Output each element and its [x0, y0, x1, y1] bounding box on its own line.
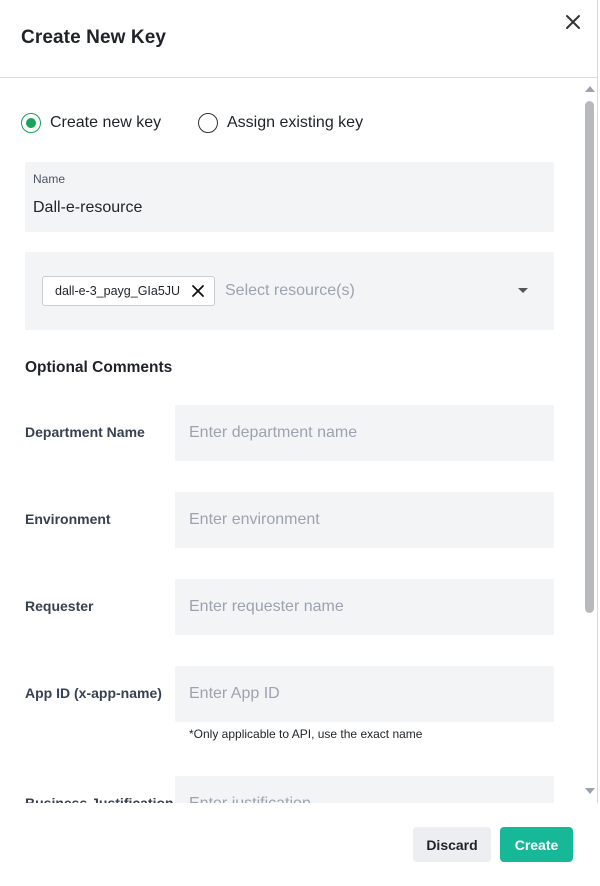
scrollbar[interactable]	[584, 79, 596, 803]
scroll-down-icon[interactable]	[585, 788, 595, 794]
radio-label-assign-existing: Assign existing key	[227, 114, 364, 131]
department-name-input[interactable]	[175, 405, 554, 461]
discard-button[interactable]: Discard	[413, 827, 491, 862]
app-id-label: App ID (x-app-name)	[25, 685, 162, 701]
name-field[interactable]: Name Dall-e-resource	[25, 162, 554, 232]
environment-label: Environment	[25, 511, 111, 527]
dialog-title: Create New Key	[21, 27, 167, 48]
resource-select[interactable]: dall-e-3_payg_GIa5JU Select resource(s)	[25, 252, 554, 330]
radio-assign-existing-key[interactable]: Assign existing key	[198, 112, 363, 134]
close-icon[interactable]	[191, 284, 205, 298]
requester-input[interactable]	[175, 579, 554, 635]
scroll-up-icon[interactable]	[585, 86, 595, 92]
close-icon[interactable]	[562, 11, 584, 33]
radio-create-new-key[interactable]: Create new key	[21, 112, 161, 134]
requester-label: Requester	[25, 598, 94, 614]
department-name-label: Department Name	[25, 424, 145, 440]
radio-unchecked-icon[interactable]	[198, 113, 218, 133]
dialog-header: Create New Key	[0, 0, 598, 78]
name-field-label: Name	[33, 172, 66, 186]
caret-down-icon[interactable]	[518, 288, 528, 293]
create-button[interactable]: Create	[500, 827, 573, 862]
dialog-body[interactable]: Create new key Assign existing key Name …	[0, 79, 584, 803]
radio-checked-icon[interactable]	[21, 113, 41, 133]
dialog-footer: Discard Create	[0, 803, 598, 886]
resource-select-placeholder[interactable]: Select resource(s)	[225, 282, 355, 300]
business-justification-input[interactable]	[175, 776, 554, 803]
resource-chip-label: dall-e-3_payg_GIa5JU	[55, 284, 181, 298]
app-id-input[interactable]	[175, 666, 554, 722]
scrollbar-thumb[interactable]	[585, 101, 594, 613]
optional-comments-title: Optional Comments	[25, 359, 173, 376]
radio-label-create-new: Create new key	[50, 114, 162, 131]
name-field-value[interactable]: Dall-e-resource	[33, 199, 142, 217]
environment-input[interactable]	[175, 492, 554, 548]
business-justification-label: Business Justification	[25, 795, 174, 803]
resource-chip: dall-e-3_payg_GIa5JU	[42, 276, 215, 306]
app-id-helper-text: *Only applicable to API, use the exact n…	[189, 727, 423, 741]
create-key-dialog: Create New Key Create new key Assign exi…	[0, 0, 598, 886]
